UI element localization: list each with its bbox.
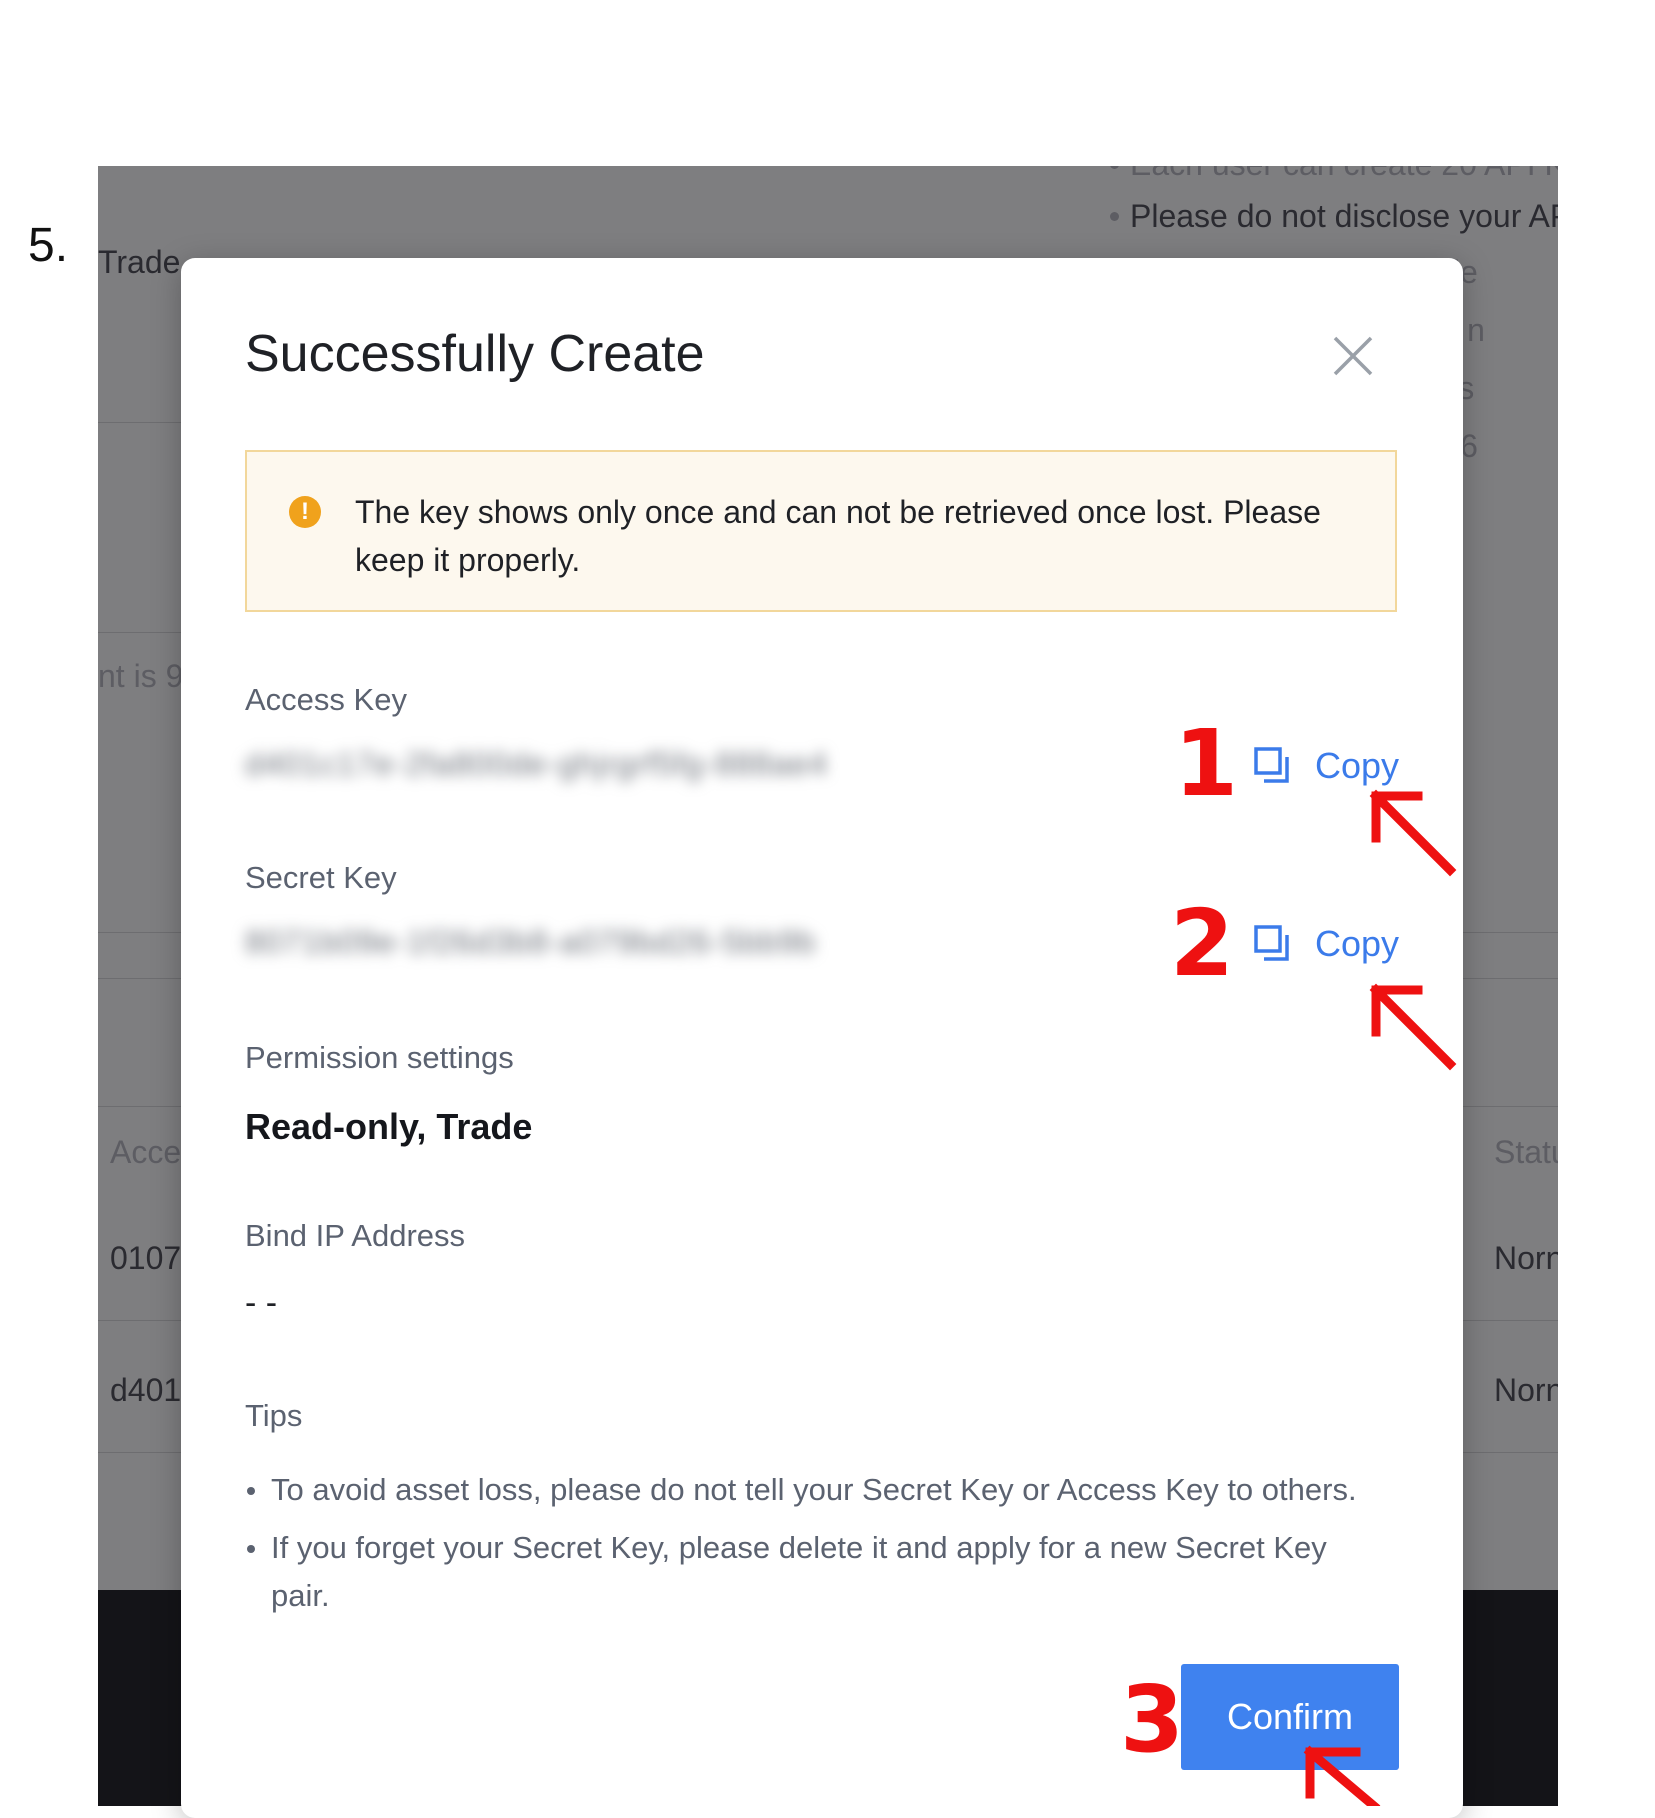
copy-label: Copy [1315,745,1400,786]
exclamation-icon: ! [289,496,321,528]
step-number: 5. [28,219,69,272]
permission-label: Permission settings [245,1040,514,1075]
annotation-number-1: 1 [1174,710,1239,817]
bg-table-row-0-right: Norn [1494,1240,1558,1276]
annotation-number-2: 2 [1170,890,1235,997]
bg-table-row-0-left: 0107 [110,1240,182,1276]
divider [98,422,188,423]
bullet-icon [1110,166,1119,169]
bg-table-row-1-right: Norn [1494,1372,1558,1408]
bullet-icon [1110,212,1119,221]
copy-access-key-button[interactable]: Copy [1253,742,1399,790]
bg-trade-label: Trade [98,244,181,280]
access-key-value: d401c17e-2fa800de-ghjrgrf5fg-888ae4 [245,746,828,782]
copy-label: Copy [1315,923,1400,964]
bg-table-header-right: Statu [1494,1134,1558,1170]
secret-key-value: 8071b09e-1f26d3b8-a079bd26-5bb9b [245,924,817,960]
warning-notice: ! The key shows only once and can not be… [245,450,1397,612]
permission-value: Read-only, Trade [245,1106,533,1147]
bg-partial-text: nt is 9 [98,658,184,694]
bind-ip-label: Bind IP Address [245,1218,466,1253]
bg-table-header-left: Acce [110,1134,182,1170]
tip-item: To avoid asset loss, please do not tell … [245,1466,1385,1514]
copy-icon [1254,925,1289,961]
close-icon[interactable] [1331,334,1375,378]
notice-text: The key shows only once and can not be r… [355,494,1321,578]
tip-item: If you forget your Secret Key, please de… [245,1524,1385,1620]
confirm-button[interactable]: Confirm [1181,1664,1399,1770]
tips-label: Tips [245,1398,303,1433]
bg-table-row-1-left: d401 [110,1372,182,1408]
bg-note-line-0: Each user can create 20 API K [1130,166,1558,183]
annotation-number-3: 3 [1120,1666,1185,1773]
success-dialog: Successfully Create ! The key shows only… [181,258,1463,1818]
copy-secret-key-button[interactable]: Copy [1253,920,1399,968]
bg-note-line-1: Please do not disclose your AP [1130,198,1558,234]
bind-ip-value: - - [245,1284,278,1322]
access-key-label: Access Key [245,682,407,717]
divider [98,632,188,633]
copy-icon [1254,747,1289,783]
dialog-title: Successfully Create [245,325,705,383]
secret-key-label: Secret Key [245,860,397,895]
